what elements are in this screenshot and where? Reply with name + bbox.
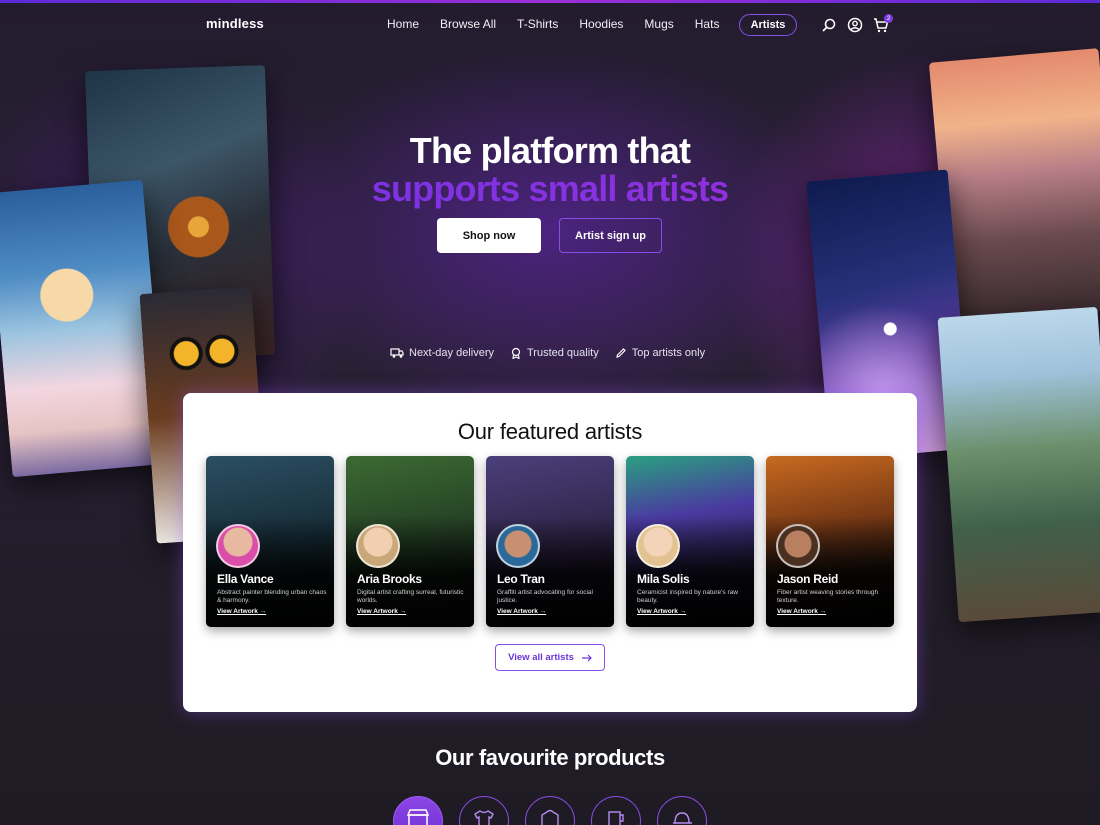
artist-name: Mila Solis [637,572,690,586]
feature-top-artists: Top artists only [615,347,705,359]
nav-link-hats[interactable]: Hats [695,17,720,31]
artist-name: Jason Reid [777,572,839,586]
cart-count-badge: 2 [884,14,893,23]
avatar [776,524,820,568]
search-icon[interactable] [821,17,837,33]
artist-card-jason-reid[interactable]: Jason Reid Fiber artist weaving stories … [766,456,894,627]
artists-button[interactable]: Artists [739,14,797,36]
artist-card-aria-brooks[interactable]: Aria Brooks Digital artist crafting surr… [346,456,474,627]
avatar [636,524,680,568]
featured-artists-title: Our featured artists [457,419,643,444]
artist-name: Ella Vance [217,572,274,586]
view-artwork-label: View Artwork [357,608,398,615]
tshirt-icon [474,810,494,825]
view-artwork-link[interactable]: View Artwork → [217,608,266,615]
storefront-icon [406,809,430,825]
hero-title-line1: The platform that [409,130,691,171]
view-all-label: View all artists [508,652,574,663]
feature-quality-label: Trusted quality [526,347,599,359]
nav-link-mugs[interactable]: Mugs [644,17,673,31]
artwork-dragon [937,306,1100,623]
artist-description: Abstract painter blending urban chaos & … [217,589,327,604]
truck-icon [390,348,404,358]
top-accent-bar [0,0,1100,3]
hero-title-line2: supports small artists [0,168,1100,210]
artist-description: Digital artist crafting surreal, futuris… [357,589,464,604]
nav-link-browse-all[interactable]: Browse All [440,17,496,31]
shop-now-button[interactable]: Shop now [437,218,541,253]
view-artwork-link[interactable]: View Artwork → [497,608,546,615]
artist-description: Fiber artist weaving stories through tex… [777,589,879,604]
view-artwork-link[interactable]: View Artwork → [357,608,406,615]
hat-icon [673,812,692,824]
hero-features: Next-day delivery Trusted quality Top ar… [390,347,705,359]
nav-link-hoodies[interactable]: Hoodies [579,17,623,31]
arrow-right-icon [581,654,592,661]
artist-description: Ceramicist inspired by nature's raw beau… [637,589,738,604]
view-artwork-label: View Artwork [637,608,678,615]
feature-delivery: Next-day delivery [390,347,494,359]
account-icon[interactable] [847,17,863,33]
artist-card-mila-solis[interactable]: Mila Solis Ceramicist inspired by nature… [626,456,754,627]
avatar [496,524,540,568]
hoodie-icon [541,809,559,825]
view-artwork-label: View Artwork [497,608,538,615]
view-all-artists-button[interactable]: View all artists [495,644,605,671]
artist-name: Leo Tran [497,572,545,586]
artist-card-ella-vance[interactable]: Ella Vance Abstract painter blending urb… [206,456,334,627]
top-navigation: mindless Home Browse All T-Shirts Hoodie… [0,12,1100,38]
view-artwork-link[interactable]: View Artwork → [777,608,826,615]
feature-top-artists-label: Top artists only [631,347,706,359]
brand-logo[interactable]: mindless [206,16,264,31]
pencil-icon [615,348,626,358]
artist-signup-button[interactable]: Artist sign up [559,218,662,253]
feature-quality: Trusted quality [510,347,599,359]
artist-card-leo-tran[interactable]: Leo Tran Graffiti artist advocating for … [486,456,614,627]
artist-name: Aria Brooks [357,572,422,586]
feature-delivery-label: Next-day delivery [409,347,494,359]
nav-link-home[interactable]: Home [387,17,419,31]
nav-link-t-shirts[interactable]: T-Shirts [517,17,558,31]
favourite-products-title: Our favourite products [435,745,665,770]
view-artwork-link[interactable]: View Artwork → [637,608,686,615]
badge-icon [511,347,521,359]
nav-links: Home Browse All T-Shirts Hoodies Mugs Ha… [387,17,740,31]
avatar [216,524,260,568]
featured-artists-section: Our featured artists Ella Vance Abstract… [183,393,917,712]
mug-icon [608,811,624,825]
view-artwork-label: View Artwork [777,608,818,615]
view-artwork-label: View Artwork [217,608,258,615]
avatar [356,524,400,568]
artist-description: Graffiti artist advocating for social ju… [497,589,593,604]
